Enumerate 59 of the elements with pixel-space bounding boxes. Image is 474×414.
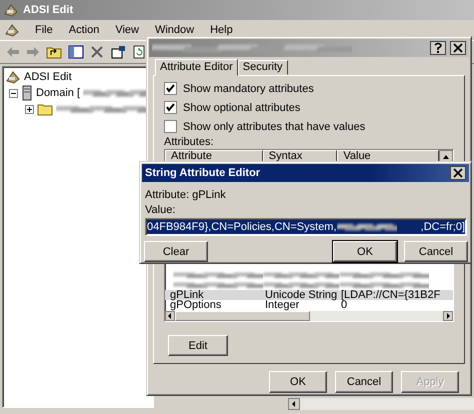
dialog-button[interactable]: OK <box>269 371 327 393</box>
list-row[interactable]: gPOptions Integer 0 <box>165 300 453 310</box>
app-icon <box>3 2 19 18</box>
close-icon[interactable] <box>450 166 466 180</box>
attribute-label: Attribute: gPLink <box>145 189 227 201</box>
server-icon <box>21 85 33 101</box>
scroll-left-icon[interactable] <box>165 311 175 321</box>
tab[interactable]: Security <box>238 60 288 75</box>
dialog-button[interactable]: Cancel <box>335 371 393 393</box>
menu-item[interactable]: Help <box>209 24 234 36</box>
checkbox[interactable] <box>164 82 177 95</box>
checkbox-label: Show only attributes that have values <box>183 120 366 132</box>
field-label: Attributes: <box>164 136 215 148</box>
list-row[interactable]: gPLink Unicode String [LDAP://CN={31B2F <box>165 290 453 300</box>
table-cell-text: gPOptions <box>170 300 222 310</box>
redaction-smear <box>336 221 397 233</box>
app-icon <box>5 69 21 85</box>
dialog-button[interactable]: Cancel <box>404 241 468 262</box>
collapse-icon[interactable] <box>9 88 18 98</box>
app-icon <box>4 22 20 38</box>
menu-item[interactable]: Action <box>68 24 100 36</box>
checkbox[interactable] <box>164 120 177 133</box>
horizontal-scrollbar[interactable] <box>165 311 453 321</box>
folder-icon <box>37 102 53 116</box>
table-cell: 0 <box>341 300 348 310</box>
properties-icon[interactable] <box>110 45 126 59</box>
dialog-button[interactable]: Clear <box>144 241 208 262</box>
scroll-left-icon[interactable] <box>288 398 300 410</box>
checkbox[interactable] <box>164 101 177 114</box>
selected-text: ,DC=fr;0] <box>420 221 465 233</box>
value-field[interactable]: 04FB984F9},CN=Policies,CN=System, ,DC=fr;0] <box>145 218 467 236</box>
field-label: Value: <box>145 204 176 216</box>
refresh-icon[interactable] <box>132 45 146 59</box>
dialog-button[interactable]: OK <box>333 241 397 262</box>
tree-item[interactable]: ADSI Edit <box>24 71 72 83</box>
tree-item[interactable]: Domain [ <box>36 87 80 99</box>
menu-item[interactable]: View <box>114 24 140 36</box>
table-cell-text: Integer <box>265 300 300 310</box>
dialog-title: String Attribute Editor <box>145 167 262 179</box>
folder-up-icon[interactable] <box>46 45 62 59</box>
menu-item[interactable]: Window <box>154 24 196 36</box>
edit-button[interactable]: Edit <box>168 335 228 356</box>
scroll-thumb[interactable] <box>175 311 310 321</box>
window-title: ADSI Edit <box>23 4 74 16</box>
expand-icon[interactable] <box>25 104 34 114</box>
help-icon[interactable] <box>430 41 446 55</box>
console-tree-icon[interactable] <box>68 45 84 59</box>
checkbox-label: Show mandatory attributes <box>183 82 314 94</box>
delete-icon[interactable] <box>90 45 104 59</box>
scroll-right-icon[interactable] <box>443 311 453 321</box>
close-icon[interactable] <box>450 41 466 55</box>
menu-item[interactable]: File <box>34 24 54 36</box>
table-cell: [LDAP://CN={31B2F <box>341 290 440 300</box>
table-cell-text: gPLink <box>170 290 204 300</box>
selected-text: 04FB984F9},CN=Policies,CN=System, <box>147 221 337 233</box>
tab[interactable]: Attribute Editor <box>155 59 238 76</box>
table-cell-text: Unicode String <box>265 290 338 300</box>
checkbox-label: Show optional attributes <box>183 102 300 114</box>
horizontal-scrollbar[interactable] <box>288 398 474 410</box>
